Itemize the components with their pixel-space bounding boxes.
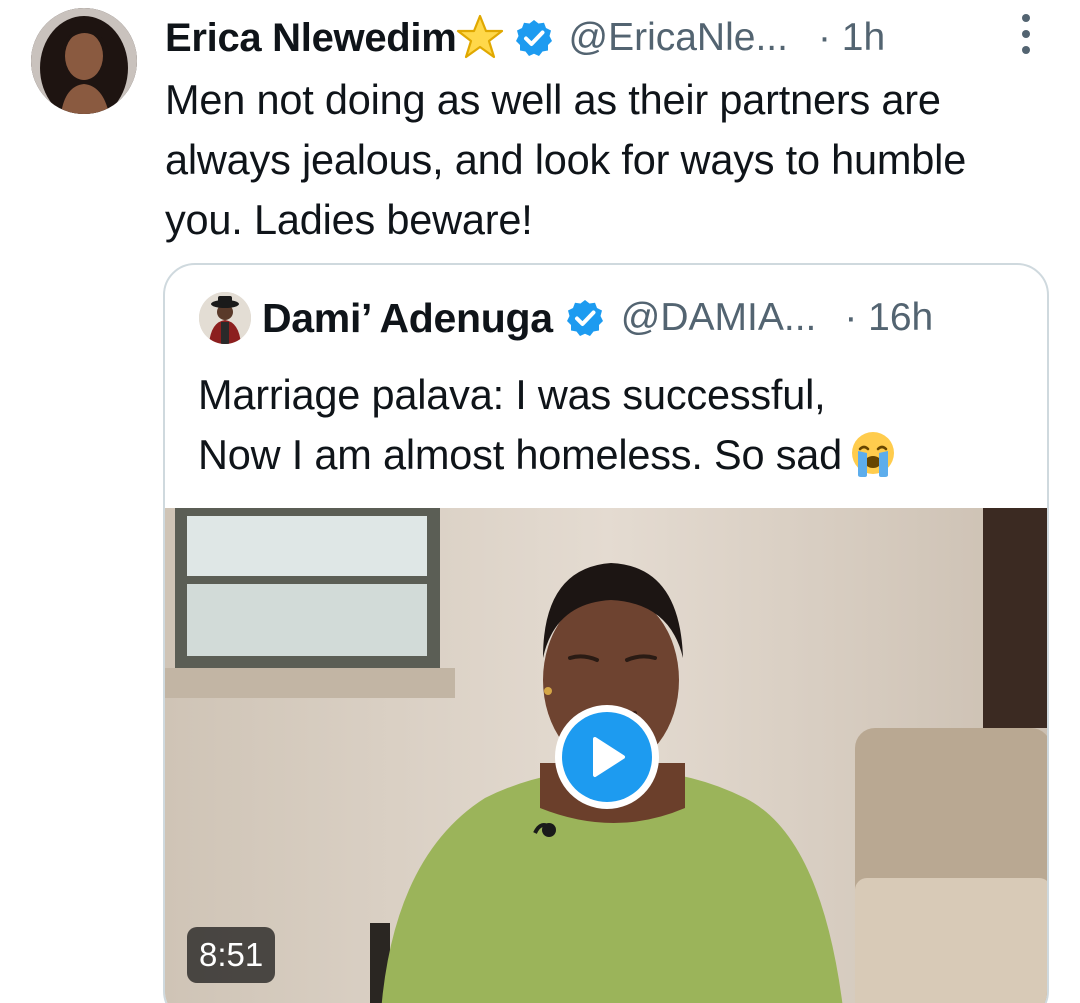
quoted-author-handle[interactable]: @DAMIA... — [621, 296, 817, 340]
video-player[interactable]: 8:51 — [165, 508, 1047, 1003]
quoted-text-line-2-text: Now I am almost homeless. So sad — [198, 431, 843, 478]
quoted-tweet-header: Dami’ Adenuga @DAMIA... · 16h — [262, 287, 1042, 349]
loudly-crying-face-icon — [852, 432, 895, 477]
quoted-tweet[interactable]: Dami’ Adenuga @DAMIA... · 16h Marriage p… — [163, 263, 1049, 1003]
author-name[interactable]: Erica Nlewedim — [165, 16, 457, 61]
video-duration: 8:51 — [187, 927, 276, 983]
verified-badge-icon — [566, 300, 603, 336]
verified-badge-icon — [516, 20, 553, 56]
tweet[interactable]: Erica Nlewedim @EricaNle... · 1h Men not… — [0, 0, 1080, 1003]
author-handle[interactable]: @EricaNle... — [568, 16, 787, 60]
quoted-author-avatar[interactable] — [199, 292, 251, 344]
star-icon — [457, 14, 504, 59]
quoted-author-name[interactable]: Dami’ Adenuga — [262, 295, 553, 342]
quoted-text-line-2: Now I am almost homeless. So sad — [198, 425, 1038, 485]
play-button[interactable] — [555, 705, 659, 809]
quoted-tweet-timestamp[interactable]: · 16h — [844, 296, 933, 340]
quoted-tweet-text: Marriage palava: I was successful, Now I… — [198, 365, 1038, 485]
play-icon — [562, 712, 652, 802]
tweet-text: Men not doing as well as their partners … — [165, 76, 967, 243]
author-avatar[interactable] — [31, 8, 137, 114]
tweet-timestamp[interactable]: · 1h — [818, 16, 885, 60]
quoted-text-line-1: Marriage palava: I was successful, — [198, 371, 826, 418]
tweet-header: Erica Nlewedim @EricaNle... · 1h — [165, 8, 1025, 68]
more-options-icon[interactable] — [1018, 14, 1034, 54]
